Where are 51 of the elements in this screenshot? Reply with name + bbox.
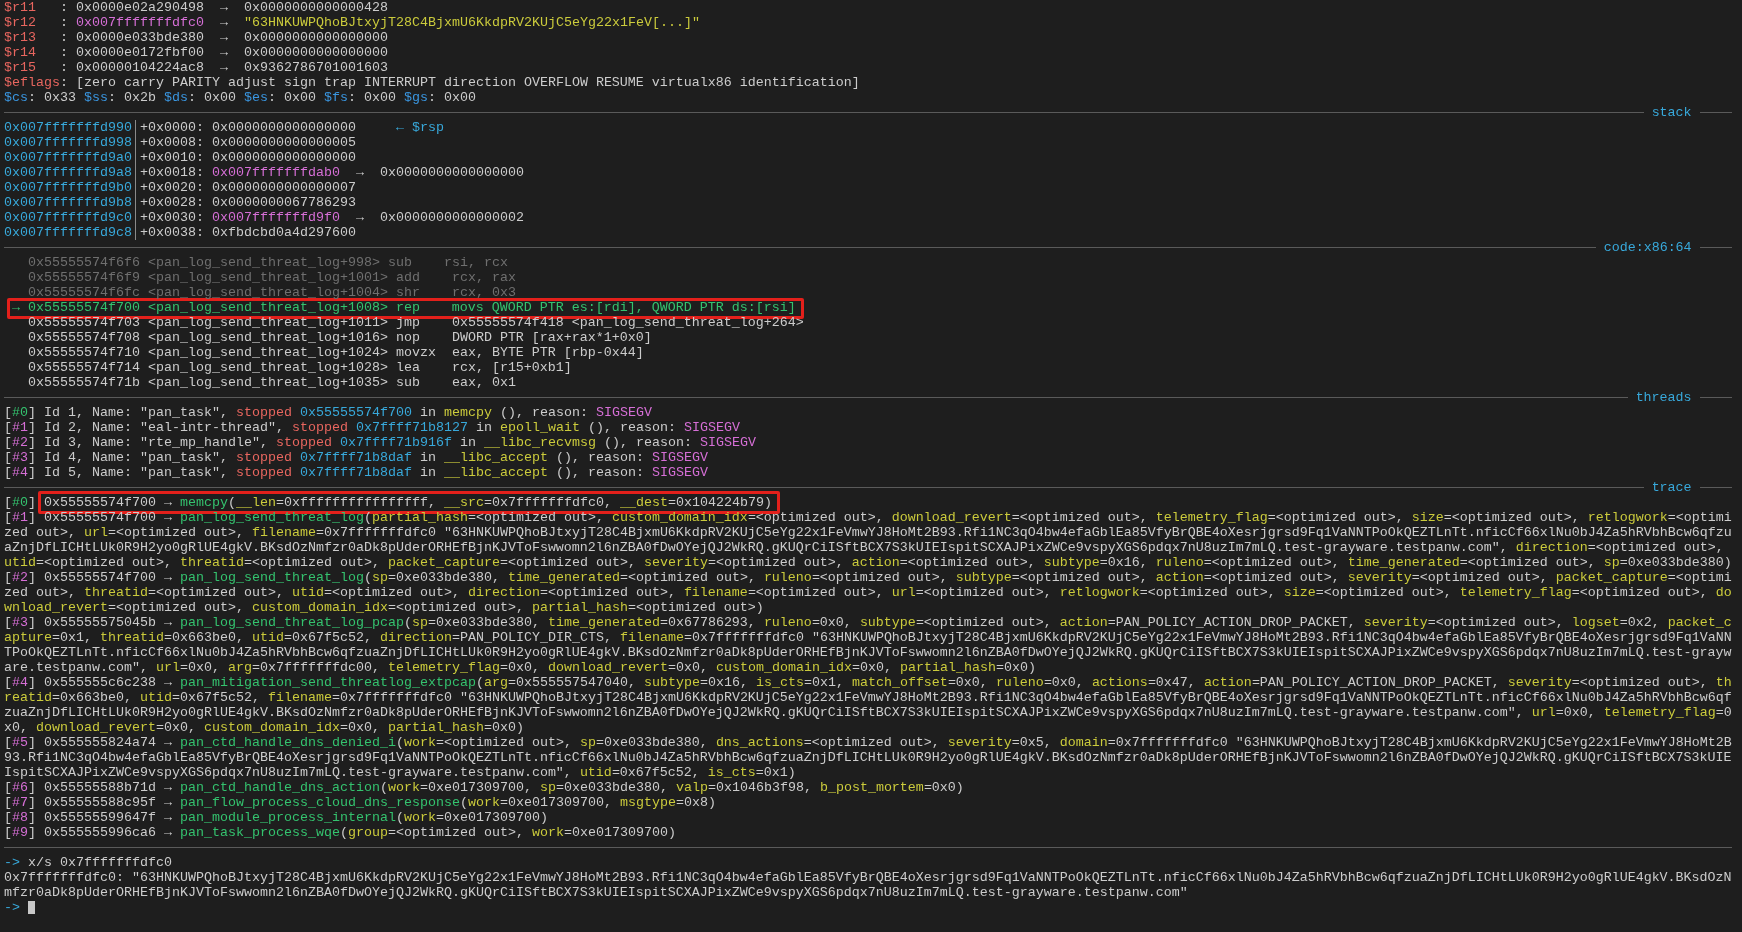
stack-row: 0x007fffffffd990 +0x0000: 0x0000000000000000 ← $rsp [4,120,444,135]
trace-frame: [#7] 0x55555588c95f → pan_flow_process_cloud_dns_response(work=0xe017309700, msgtype=0x8) [4,795,716,810]
stack-row: 0x007fffffffd9c0 +0x0030: 0x007fffffffd9f0 → 0x0000000000000002 [4,210,524,225]
section-title: trace [1651,480,1692,495]
register-line: $r15 : 0x00000104224ac8 → 0x9362786701001603 [4,60,388,75]
code-line: 0x55555574f708 <pan_log_send_threat_log+1016> nop DWORD PTR [rax+rax*1+0x0] [28,330,652,345]
trace-frame: [#3] 0x55555575045b → pan_log_send_threat_log_pcap(sp=0xe033bde380, time_generated=0x67786293, ruleno=0x0, subtype=<optimized out>, action=PAN_POLICY_ACTION_DROP_PACKET, severity=<optimized out>, logset=0x2, packet_capture=0x1, threatid=0x663be0, utid=0x67f5c52, direction=PAN_POLICY_DIR_CTS, filename=0x7fffffffdfc0 "63HNKUWPQhoBJtxyjT28C4BjxmU6KkdpRV2KUjC5eYg22x1FeVmwYJ8HoMt2B93.Rfi1NC3qO4bw4efaGblEa85VfyBrQBE4oXesrjgrsd9Fq1VaNNTPoOkQEZTLnTt.nficCf66xlNu0bJ4Za5hRVbhBcw6qfzuaZnjDfLICHtLUk0R9H2yo0gRlUE4gkV.BKsdOzNmfzr0aDk8pUderORHEfBjnKJVToFswwomn2l6nZBA0fDwOYejQJ2WkRQ.gKUQrCiISftBCX7S3kUIEIspitSCXAJPixZWCe9vspyXGS6pdqx7nU8uzIm7mLQ.test-grayware.testpanw.com", url=0x0, arg=0x7fffffffdc00, telemetry_flag=0x0, download_revert=0x0, custom_domain_idx=0x0, partial_hash=0x0) [4,615,1733,675]
trace-frame: [#0] 0x55555574f700 → memcpy(__len=0xffffffffffffffff, __src=0x7fffffffdfc0, __dest=0x104224b79) [4,495,772,510]
thread-details: Id 4, Name: "pan_task", stopped 0x7ffff71b8daf in __libc_accept (), reason: SIGSEGV [44,450,708,465]
register-line: $r14 : 0x0000e0172fbf00 → 0x0000000000000000 [4,45,388,60]
thread-details: Id 3, Name: "rte_mp_handle", stopped 0x7ffff71b916f in __libc_recvmsg (), reason: SIGSEGV [44,435,756,450]
section-title: stack [1651,105,1692,120]
stack-row: 0x007fffffffd9b8 +0x0028: 0x0000000067786293 [4,195,356,210]
code-line: → 0x55555574f700 <pan_log_send_threat_log+1008> rep movs QWORD PTR es:[rdi], QWORD PTR ds:[rsi] [12,300,796,315]
trace-frame: [#9] 0x555555996ca6 → pan_task_process_wqe(group=<optimized out>, work=0xe017309700) [4,825,676,840]
trace-frame: [#1] 0x55555574f700 → pan_log_send_threat_log(partial_hash=<optimized out>, custom_domain_idx=<optimized out>, download_revert=<optimized out>, telemetry_flag=<optimized out>, size=<optimized out>, retlogwork=<optimized out>, url=<optimized out>, filename=0x7fffffffdfc0 "63HNKUWPQhoBJtxyjT28C4BjxmU6KkdpRV2KUjC5eYg22x1FeVmwYJ8HoMt2B93.Rfi1NC3qO4bw4efaGblEa85VfyBrQBE4oXesrjgrsd9Fq1VaNNTPoOkQEZTLnTt.nficCf66xlNu0bJ4Za5hRVbhBcw6qfzuaZnjDfLICHtLUk0R9H2yo0gRlUE4gkV.BKsdOzNmfzr0aDk8pUderORHEfBjnKJVToFswwomn2l6nZBA0fDwOYejQJ2WkRQ.gKUQrCiISftBCX7S3kUIEIspitSCXAJPixZWCe9vspyXGS6pdqx7nU8uzIm7mLQ.test-grayware.testpanw.com", direction=<optimized out>, utid=<optimized out>, threatid=<optimized out>, packet_capture=<optimized out>, severity=<optimized out>, action=<optimized out>, subtype=0x16, ruleno=<optimized out>, time_generated=<optimized out>, sp=0xe033bde380) [4,510,1733,570]
thread-details: Id 2, Name: "eal-intr-thread", stopped 0x7ffff71b8127 in epoll_wait (), reason: SIGSEGV [44,420,740,435]
command-output: 0x7fffffffdfc0: "63HNKUWPQhoBJtxyjT28C4BjxmU6KkdpRV2KUjC5eYg22x1FeVmwYJ8HoMt2B93.Rfi1NC3qO4bw4efaGblEa85VfyBrQBE4oXesrjgrsd9Fq1VaNNTPoOkQEZTLnTt.nficCf66xlNu0bJ4Za5hRVbhBcw6qfzuaZnjDfLICHtLUk0R9H2yo0gRlUE4gkV.BKsdOzNmfzr0aDk8pUderORHEfBjnKJVToFswwomn2l6nZBA0fDwOYejQJ2WkRQ.gKUQrCiISftBCX7S3kUIEIspitSCXAJPixZWCe9vspyXGS6pdqx7nU8uzIm7mLQ.test-grayware.testpanw.com" [4,870,1733,900]
trace-frame: [#8] 0x55555599647f → pan_module_process_internal(work=0xe017309700) [4,810,548,825]
stack-row: 0x007fffffffd9c8 +0x0038: 0xfbdcbd0a4d297600 [4,225,356,240]
thread-index: [#0] [4,405,36,420]
section-title: code:x86:64 [1603,240,1692,255]
trace-frame: [#2] 0x55555574f700 → pan_log_send_threat_log(sp=0xe033bde380, time_generated=<optimized out>, ruleno=<optimized out>, subtype=<optimized out>, action=<optimized out>, severity=<optimized out>, packet_capture=<optimized out>, threatid=<optimized out>, utid=<optimized out>, direction=<optimized out>, filename=<optimized out>, url=<optimized out>, retlogwork=<optimized out>, size=<optimized out>, telemetry_flag=<optimized out>, download_revert=<optimized out>, custom_domain_idx=<optimized out>, partial_hash=<optimized out>) [4,570,1733,615]
thread-details: Id 1, Name: "pan_task", stopped 0x55555574f700 in memcpy (), reason: SIGSEGV [44,405,652,420]
trace-frame: [#5] 0x555555824a74 → pan_ctd_handle_dns_denied_i(work=<optimized out>, sp=0xe033bde380, dns_actions=<optimized out>, severity=0x5, domain=0x7fffffffdfc0 "63HNKUWPQhoBJtxyjT28C4BjxmU6KkdpRV2KUjC5eYg22x1FeVmwYJ8HoMt2B93.Rfi1NC3qO4bw4efaGblEa85VfyBrQBE4oXesrjgrsd9Fq1VaNNTPoOkQEZTLnTt.nficCf66xlNu0bJ4Za5hRVbhBcw6qfzuaZnjDfLICHtLUk0R9H2yo0gRlUE4gkV.BKsdOzNmfzr0aDk8pUderORHEfBjnKJVToFswwomn2l6nZBA0fDwOYejQJ2WkRQ.gKUQrCiISftBCX7S3kUIEIspitSCXAJPixZWCe9vspyXGS6pdqx7nU8uzIm7mLQ.test-grayware.testpanw.com", utid=0x67f5c52, is_cts=0x1) [4,735,1733,780]
stack-row: 0x007fffffffd9a8 +0x0018: 0x007fffffffdab0 → 0x0000000000000000 [4,165,524,180]
code-line: 0x55555574f6f6 <pan_log_send_threat_log+998> sub rsi, rcx [28,255,508,270]
trace-frame: [#4] 0x555555c6c238 → pan_mitigation_send_threatlog_extpcap(arg=0x555557547040, subtype=0x16, is_cts=0x1, match_offset=0x0, ruleno=0x0, actions=0x47, action=PAN_POLICY_ACTION_DROP_PACKET, severity=<optimized out>, threatid=0x663be0, utid=0x67f5c52, filename=0x7fffffffdfc0 "63HNKUWPQhoBJtxyjT28C4BjxmU6KkdpRV2KUjC5eYg22x1FeVmwYJ8HoMt2B93.Rfi1NC3qO4bw4efaGblEa85VfyBrQBE4oXesrjgrsd9Fq1VaNNTPoOkQEZTLnTt.nficCf66xlNu0bJ4Za5hRVbhBcw6qfzuaZnjDfLICHtLUk0R9H2yo0gRlUE4gkV.BKsdOzNmfzr0aDk8pUderORHEfBjnKJVToFswwomn2l6nZBA0fDwOYejQJ2WkRQ.gKUQrCiISftBCX7S3kUIEIspitSCXAJPixZWCe9vspyXGS6pdqx7nU8uzIm7mLQ.test-grayware.testpanw.com", url=0x0, telemetry_flag=0x0, download_revert=0x0, custom_domain_idx=0x0, partial_hash=0x0) [4,675,1733,735]
command-line: -> x/s 0x7fffffffdfc0 [4,855,172,870]
code-line: 0x55555574f71b <pan_log_send_threat_log+1035> sub eax, 0x1 [28,375,516,390]
register-line: $r12 : 0x007fffffffdfc0 → "63HNKUWPQhoBJtxyjT28C4BjxmU6KkdpRV2KUjC5eYg22x1FeV[...]" [4,15,700,30]
thread-details: Id 5, Name: "pan_task", stopped 0x7ffff71b8daf in __libc_accept (), reason: SIGSEGV [44,465,708,480]
code-line: 0x55555574f6f9 <pan_log_send_threat_log+1001> add rcx, rax [28,270,516,285]
code-line: 0x55555574f710 <pan_log_send_threat_log+1024> movzx eax, BYTE PTR [rbp-0x44] [28,345,644,360]
register-line: $r13 : 0x0000e033bde380 → 0x0000000000000000 [4,30,388,45]
stack-row: 0x007fffffffd9b0 +0x0020: 0x0000000000000007 [4,180,356,195]
stack-row: 0x007fffffffd998 +0x0008: 0x0000000000000005 [4,135,356,150]
code-line: 0x55555574f6fc <pan_log_send_threat_log+1004> shr rcx, 0x3 [28,285,516,300]
trace-frame: [#6] 0x55555588b71d → pan_ctd_handle_dns_action(work=0xe017309700, sp=0xe033bde380, valp=0x1046b3f98, b_post_mortem=0x0) [4,780,964,795]
command-input[interactable]: -> [4,900,35,915]
thread-index: [#2] [4,435,36,450]
code-line: 0x55555574f714 <pan_log_send_threat_log+1028> lea rcx, [r15+0xb1] [28,360,572,375]
thread-index: [#1] [4,420,36,435]
section-title: threads [1635,390,1692,405]
thread-index: [#4] [4,465,36,480]
register-line: $eflags: [zero carry PARITY adjust sign trap INTERRUPT direction OVERFLOW RESUME virtualx86 identification] [4,75,860,90]
thread-index: [#3] [4,450,36,465]
segment-registers-line: $cs: 0x33 $ss: 0x2b $ds: 0x00 $es: 0x00 $fs: 0x00 $gs: 0x00 [4,90,476,105]
stack-row: 0x007fffffffd9a0 +0x0010: 0x0000000000000000 [4,150,356,165]
code-line: 0x55555574f703 <pan_log_send_threat_log+1011> jmp 0x55555574f418 <pan_log_send_threat_log+264> [28,315,804,330]
register-line: $r11 : 0x0000e02a290498 → 0x0000000000000428 [4,0,388,15]
